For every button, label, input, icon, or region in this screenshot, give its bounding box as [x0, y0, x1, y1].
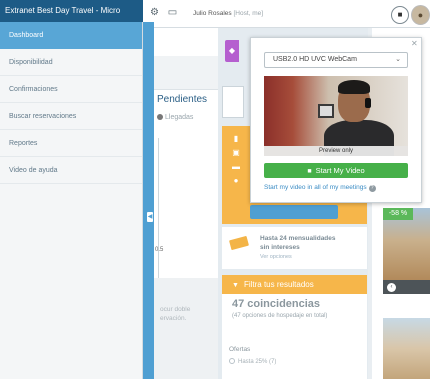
funnel-icon: ▼: [232, 282, 239, 289]
radio-icon[interactable]: [229, 358, 235, 364]
video-camera-icon[interactable]: ■: [391, 6, 409, 24]
main-top-band: [154, 56, 218, 90]
collapse-arrow-icon[interactable]: ◀: [147, 212, 153, 222]
video-preview: Preview only: [264, 76, 408, 156]
bed-icon: ▬: [232, 162, 240, 171]
radio-llegadas[interactable]: Llegadas: [157, 114, 193, 121]
chart-axis: [158, 138, 159, 278]
user-name: Julio Rosales [Host, me]: [193, 10, 263, 17]
promo-title-line2: sin intereses: [260, 244, 300, 251]
user-name-text: Julio Rosales: [193, 10, 232, 17]
user-status: [Host, me]: [233, 10, 264, 17]
search-button[interactable]: [250, 205, 338, 219]
camera-select[interactable]: USB2.0 HD UVC WebCam ⌄: [264, 52, 408, 68]
start-video-button[interactable]: ■ Start My Video: [264, 163, 408, 178]
person-icon: ●: [233, 176, 239, 185]
ofertas-option-label: Hasta 25% (7): [238, 359, 277, 365]
sidebar-item-dashboard[interactable]: Dashboard: [0, 22, 142, 49]
calendar-icon: ▣: [232, 148, 240, 157]
grey-text-line1: ocur doble: [160, 306, 191, 313]
close-icon[interactable]: ✕: [411, 39, 418, 48]
preview-caption: Preview only: [264, 146, 408, 156]
screen: Extranet Best Day Travel - Micro ⚙ ▭ Jul…: [0, 0, 430, 379]
sidebar-item-disponibilidad[interactable]: Disponibilidad: [0, 49, 142, 76]
filter-bar-label: Filtra tus resultados: [243, 280, 314, 289]
sidebar: Dashboard Disponibilidad Confirmaciones …: [0, 22, 143, 379]
ofertas-option[interactable]: Hasta 25% (7): [229, 358, 276, 365]
results-subtitle: (47 opciones de hospedaje en total): [232, 313, 328, 319]
promo-title-line1: Hasta 24 mensualidades: [260, 235, 336, 242]
prev-arrow-icon[interactable]: ‹: [387, 283, 396, 292]
tag-icon[interactable]: ◆: [225, 40, 239, 62]
ofertas-label: Ofertas: [229, 346, 251, 353]
grey-text: ocur doble ervación.: [160, 305, 190, 323]
discount-badge: -58 %: [383, 208, 413, 220]
filter-bar: ▼ Filtra tus resultados: [222, 275, 367, 294]
grey-text-line2: ervación.: [160, 315, 187, 322]
main-grey-area: [154, 278, 218, 379]
sidebar-collapse-strip[interactable]: [143, 22, 154, 379]
avatar[interactable]: ●: [411, 5, 430, 25]
preview-person-hair: [338, 80, 370, 94]
start-video-all-link[interactable]: Start my video in all of my meetings?: [264, 184, 376, 192]
sidebar-item-reportes[interactable]: Reportes: [0, 130, 142, 157]
sidebar-item-confirmaciones[interactable]: Confirmaciones: [0, 76, 142, 103]
results-count: 47 coincidencias: [232, 298, 321, 310]
start-video-label: Start My Video: [315, 166, 365, 175]
help-icon[interactable]: ?: [368, 185, 376, 192]
search-panel-icons: ▮ ▣ ▬ ●: [232, 132, 240, 188]
main-panel: Pendientes Llegadas 0.5 ocur doble ervac…: [154, 28, 218, 379]
start-video-all-label: Start my video in all of my meetings: [264, 184, 367, 191]
input-box[interactable]: [222, 86, 244, 118]
window-title[interactable]: Extranet Best Day Travel - Micro: [0, 0, 143, 22]
promo-link[interactable]: Ver opciones: [260, 254, 292, 260]
hotel-image-2[interactable]: [383, 318, 430, 379]
video-camera-icon: ■: [307, 168, 312, 175]
share-icon[interactable]: ⚙: [150, 7, 159, 18]
radio-icon[interactable]: [157, 114, 163, 120]
axis-label: 0.5: [155, 247, 164, 253]
top-icons: ⚙ ▭: [150, 7, 183, 18]
section-title: Pendientes: [157, 94, 208, 105]
preview-picture-frame: [318, 104, 334, 118]
sidebar-item-video-de-ayuda[interactable]: Video de ayuda: [0, 157, 142, 184]
radio-label: Llegadas: [165, 114, 194, 121]
preview-headset: [365, 98, 371, 108]
hotel-icon: ▮: [233, 134, 239, 143]
chevron-down-icon: ⌄: [395, 56, 401, 63]
promo-title: Hasta 24 mensualidades sin intereses: [260, 234, 336, 252]
camera-select-value: USB2.0 HD UVC WebCam: [273, 56, 357, 63]
chat-icon[interactable]: ▭: [168, 7, 177, 18]
sidebar-item-buscar-reservaciones[interactable]: Buscar reservaciones: [0, 103, 142, 130]
